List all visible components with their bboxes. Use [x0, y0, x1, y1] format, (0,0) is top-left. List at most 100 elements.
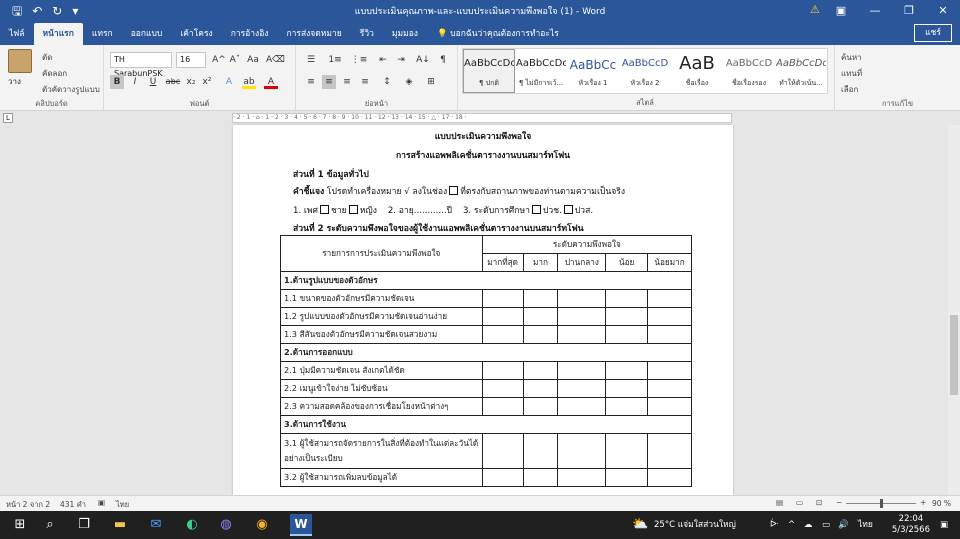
teams-icon[interactable]: ◍ [216, 515, 236, 535]
rating-cell[interactable] [557, 361, 607, 380]
restore-button[interactable]: ❐ [892, 0, 926, 22]
rating-cell[interactable] [605, 433, 649, 469]
rating-cell[interactable] [481, 397, 524, 416]
input-language[interactable]: ไทย [858, 511, 873, 539]
font-color-icon[interactable]: A [264, 75, 278, 89]
web-layout-icon[interactable]: ⊡ [816, 498, 822, 507]
share-button[interactable]: แชร์ [914, 24, 952, 42]
minimize-button[interactable]: — [858, 0, 892, 22]
checkbox-vocational[interactable] [531, 205, 541, 214]
style-no-spacing[interactable]: AaBbCcDc ¶ ไม่มีการเว้... [515, 49, 567, 93]
tell-me-search[interactable]: 💡 บอกฉันว่าคุณต้องการทำอะไร [437, 23, 559, 45]
rating-cell[interactable] [557, 397, 607, 416]
task-view-icon[interactable]: ❐ [74, 515, 94, 535]
chrome-icon[interactable]: ◉ [252, 515, 272, 535]
select-button[interactable]: เลือก [841, 83, 858, 96]
style-subtle-emphasis[interactable]: AaBbCcDc ทำให้ตัวเน้น... [775, 49, 827, 93]
rating-cell[interactable] [481, 468, 524, 487]
rating-cell[interactable] [522, 379, 559, 398]
highlight-icon[interactable]: ab [242, 75, 256, 89]
rating-cell[interactable] [481, 307, 524, 326]
style-heading-1[interactable]: AaBbCc หัวเรื่อง 1 [567, 49, 619, 93]
weather-icon[interactable]: ⛅ [632, 511, 648, 539]
word-count[interactable]: 431 คำ [60, 499, 86, 511]
rating-cell[interactable] [605, 325, 649, 344]
rating-cell[interactable] [647, 433, 692, 469]
rating-cell[interactable] [647, 289, 692, 308]
decrease-indent-icon[interactable]: ⇤ [376, 53, 390, 67]
style-normal[interactable]: AaBbCcDc ¶ ปกติ [463, 49, 515, 93]
redo-icon[interactable]: ↻ [52, 0, 62, 22]
weather-text[interactable]: 25°C แจ่มใสส่วนใหญ่ [654, 511, 736, 539]
speaker-icon[interactable]: 🔊 [838, 511, 849, 539]
zoom-slider[interactable] [846, 499, 916, 508]
page-count[interactable]: หน้า 2 จาก 2 [6, 499, 50, 511]
paste-icon[interactable] [8, 49, 32, 73]
copy-button[interactable]: คัดลอก [42, 67, 67, 80]
onedrive-icon[interactable]: ☁ [804, 511, 813, 539]
clear-formatting-icon[interactable]: A⌫ [266, 53, 285, 67]
rating-cell[interactable] [481, 379, 524, 398]
close-button[interactable]: ✕ [926, 0, 960, 22]
grow-font-icon[interactable]: A^ [212, 53, 226, 67]
rating-cell[interactable] [557, 307, 607, 326]
underline-button[interactable]: U [146, 75, 160, 89]
replace-button[interactable]: แทนที่ [841, 67, 862, 80]
font-name-select[interactable]: TH SarabunPSK [110, 52, 172, 78]
rating-cell[interactable] [647, 325, 692, 344]
rating-cell[interactable] [557, 468, 607, 487]
edge-icon[interactable]: ◐ [182, 515, 202, 535]
print-layout-icon[interactable]: ▭ [796, 498, 803, 507]
file-explorer-icon[interactable]: ▬ [110, 515, 130, 535]
line-spacing-icon[interactable]: ↕ [380, 75, 394, 89]
checkbox-male[interactable] [320, 205, 329, 214]
zoom-in-button[interactable]: + [920, 498, 926, 507]
rating-cell[interactable] [605, 397, 649, 416]
cut-button[interactable]: ตัด [42, 51, 52, 64]
people-icon[interactable]: ᐕ [770, 511, 779, 539]
paste-button-label[interactable]: วาง [8, 75, 21, 88]
search-icon[interactable]: ⌕ [40, 515, 60, 535]
rating-cell[interactable] [647, 468, 692, 487]
shrink-font-icon[interactable]: Aˇ [228, 53, 242, 67]
rating-cell[interactable] [481, 433, 524, 469]
justify-icon[interactable]: ≡ [358, 75, 372, 89]
borders-icon[interactable]: ⊞ [424, 75, 438, 89]
rating-cell[interactable] [557, 289, 607, 308]
rating-cell[interactable] [522, 361, 559, 380]
rating-cell[interactable] [647, 361, 692, 380]
rating-cell[interactable] [605, 289, 649, 308]
text-effects-icon[interactable]: A [222, 75, 236, 89]
tab-references[interactable]: การอ้างอิง [222, 23, 278, 45]
style-heading-2[interactable]: AaBbCcD หัวเรื่อง 2 [619, 49, 671, 93]
horizontal-ruler[interactable]: · 2 · 1 · ⌂ · 1 · 2 · 3 · 4 · 5 · 6 · 7 … [232, 113, 732, 123]
bold-button[interactable]: B [110, 75, 124, 89]
checkbox-high-vocational[interactable] [563, 205, 573, 214]
rating-cell[interactable] [522, 289, 559, 308]
show-marks-icon[interactable]: ¶ [436, 53, 450, 67]
rating-cell[interactable] [647, 379, 692, 398]
tab-mailings[interactable]: การส่งจดหมาย [277, 23, 350, 45]
tab-home[interactable]: หน้าแรก [33, 23, 83, 45]
rating-cell[interactable] [522, 325, 559, 344]
rating-cell[interactable] [481, 289, 524, 308]
align-center-icon[interactable]: ≡ [322, 75, 336, 89]
warning-icon[interactable]: ⚠ [810, 3, 820, 16]
shading-icon[interactable]: ◈ [402, 75, 416, 89]
network-icon[interactable]: ▭ [822, 511, 830, 539]
rating-cell[interactable] [605, 361, 649, 380]
superscript-button[interactable]: x² [200, 75, 214, 89]
clock[interactable]: 22:04 5/3/2566 [892, 514, 930, 536]
rating-cell[interactable] [605, 379, 649, 398]
start-icon[interactable]: ⊞ [10, 515, 30, 535]
rating-cell[interactable] [522, 307, 559, 326]
rating-cell[interactable] [647, 307, 692, 326]
document-page[interactable]: แบบประเมินความพึงพอใจ การสร้างแอพพลิเคชั… [233, 125, 733, 495]
rating-cell[interactable] [522, 468, 559, 487]
undo-icon[interactable]: ↶ [32, 0, 42, 22]
tab-file[interactable]: ไฟล์ [0, 23, 34, 45]
numbering-icon[interactable]: 1≡ [326, 53, 344, 67]
find-button[interactable]: ค้นหา [841, 51, 862, 64]
ribbon-display-options-icon[interactable]: ▣ [824, 0, 858, 22]
align-right-icon[interactable]: ≡ [340, 75, 354, 89]
